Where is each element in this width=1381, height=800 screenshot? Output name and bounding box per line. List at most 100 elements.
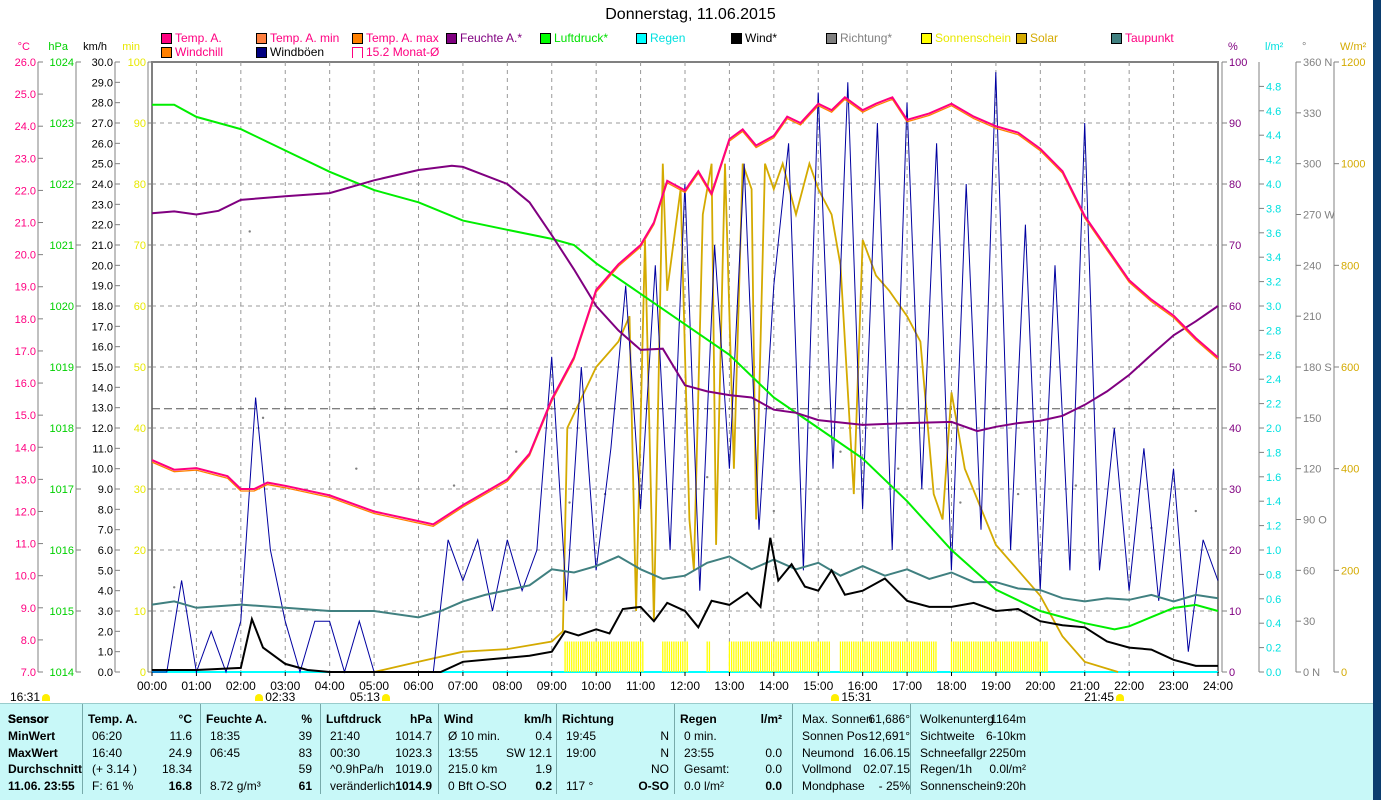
axis-tick-label: 50 bbox=[134, 362, 146, 374]
axis-tick-label: 180 S bbox=[1303, 362, 1332, 374]
direction-point bbox=[568, 501, 571, 504]
info-value: 16.06.15 bbox=[863, 746, 910, 760]
axis-tick-label: 30 bbox=[1229, 484, 1241, 496]
axis-tick-label: 16.0 bbox=[92, 342, 113, 354]
column-unit-rain: l/m² bbox=[760, 712, 782, 726]
axis-tick-label: 90 bbox=[134, 118, 146, 130]
axis-tick-label: 9.0 bbox=[98, 484, 113, 496]
axis-tick-label: 30.0 bbox=[92, 57, 113, 69]
sunrise-icon bbox=[381, 694, 390, 701]
axis-tick-label: 0.0 bbox=[98, 667, 113, 679]
axis-tick-label: 20.0 bbox=[92, 260, 113, 272]
axis-tick-label: 4.0 bbox=[98, 586, 113, 598]
axis-tick-label: 80 bbox=[1229, 179, 1241, 191]
axis-tick-label: 10.0 bbox=[92, 464, 113, 476]
axis-tick-label: 30 bbox=[134, 484, 146, 496]
axis-tick-label: 120 bbox=[1303, 464, 1321, 476]
axis-tick-label: 26.0 bbox=[15, 57, 36, 69]
axis-tick-label: 24.0 bbox=[15, 121, 36, 133]
axis-tick-label: 60 bbox=[1229, 301, 1241, 313]
axis-tick-label: 0.4 bbox=[1266, 618, 1281, 630]
column-unit-hum: % bbox=[301, 712, 312, 726]
column-divider bbox=[674, 704, 675, 794]
column-divider bbox=[556, 704, 557, 794]
cell-value: 1023.3 bbox=[395, 746, 432, 760]
cell-value: 1.9 bbox=[535, 762, 552, 776]
axis-tick-label: 7.0 bbox=[21, 667, 36, 679]
marker-time: 21:45 bbox=[1084, 690, 1115, 704]
axis-tick-label: 1.4 bbox=[1266, 496, 1281, 508]
axis-tick-label: 330 bbox=[1303, 108, 1321, 120]
axis-tick-label: 360 N bbox=[1303, 57, 1332, 69]
direction-point bbox=[1074, 484, 1078, 487]
axis-tick-label: 400 bbox=[1341, 464, 1359, 476]
cell-value: 0.0 bbox=[765, 762, 782, 776]
axis-tick-label: 60 bbox=[134, 301, 146, 313]
axis-tick-label: 17.0 bbox=[92, 321, 113, 333]
marker-time: 16:31 bbox=[10, 690, 41, 704]
cell-value: 24.9 bbox=[168, 746, 192, 760]
info-value: 6-10km bbox=[985, 729, 1026, 743]
axis-unit-pct: % bbox=[1228, 41, 1238, 53]
axis-tick-label: 300 bbox=[1303, 159, 1321, 171]
marker-moonset-icon: 15:31 bbox=[829, 690, 871, 704]
axis-tick-label: 1018 bbox=[50, 423, 74, 435]
axis-tick-label: 100 bbox=[128, 57, 146, 69]
axis-tick-label: 25.0 bbox=[92, 159, 113, 171]
axis-tick-label: 4.6 bbox=[1266, 106, 1281, 118]
axis-tick-label: 2.8 bbox=[1266, 325, 1281, 337]
cell-value: NO bbox=[651, 762, 669, 776]
axis-tick-label: 17.0 bbox=[15, 346, 36, 358]
direction-point bbox=[1194, 509, 1197, 513]
x-tick-label: 17:00 bbox=[892, 679, 922, 693]
axis-tick-label: 1014 bbox=[50, 667, 74, 679]
x-tick-label: 08:00 bbox=[492, 679, 522, 693]
column-divider bbox=[320, 704, 321, 794]
direction-point bbox=[706, 475, 709, 479]
column-divider bbox=[438, 704, 439, 794]
direction-point bbox=[452, 484, 456, 487]
axis-tick-label: 800 bbox=[1341, 260, 1359, 272]
x-tick-label: 12:00 bbox=[670, 679, 700, 693]
cell-value: 0.0 bbox=[765, 779, 782, 793]
axis-tick-label: 90 bbox=[1229, 118, 1241, 130]
row-label: MaxWert bbox=[8, 746, 58, 760]
weather-chart: 00:00 01:00 02:00 03:00 04:00 05:00 06:00 07:00… bbox=[15, 41, 1367, 693]
column-unit-wind: km/h bbox=[523, 712, 552, 726]
axis-tick-label: 150 bbox=[1303, 413, 1321, 425]
x-tick-label: 19:00 bbox=[981, 679, 1011, 693]
direction-point bbox=[959, 501, 962, 504]
axis-tick-label: 28.0 bbox=[92, 98, 113, 110]
x-tick-label: 02:00 bbox=[226, 679, 256, 693]
axis-unit-kmh: km/h bbox=[83, 41, 107, 53]
axis-tick-label: 16.0 bbox=[15, 378, 36, 390]
column-divider bbox=[910, 704, 911, 794]
axis-tick-label: 1015 bbox=[50, 606, 74, 618]
cell-value: O-SO bbox=[638, 779, 669, 793]
axis-tick-label: 8.0 bbox=[21, 635, 36, 647]
row-label: 11.06. 23:55 bbox=[8, 779, 75, 793]
axis-tick-label: 1.8 bbox=[1266, 447, 1281, 459]
column-divider bbox=[200, 704, 201, 794]
axis-tick-label: 1.0 bbox=[98, 647, 113, 659]
axis-tick-label: 40 bbox=[134, 423, 146, 435]
axis-tick-label: 9.0 bbox=[21, 603, 36, 615]
axis-tick-label: 0 N bbox=[1303, 667, 1320, 679]
axis-tick-label: 80 bbox=[134, 179, 146, 191]
info-value: -12,691° bbox=[864, 729, 911, 743]
axis-tick-label: 21.0 bbox=[92, 240, 113, 252]
axis-tick-label: 210 bbox=[1303, 311, 1321, 323]
axis-tick-label: 70 bbox=[1229, 240, 1241, 252]
axis-tick-label: 1020 bbox=[50, 301, 74, 313]
info-value: 61,686° bbox=[868, 712, 910, 726]
cell-value: 16.8 bbox=[168, 779, 192, 793]
moonset-icon bbox=[831, 694, 840, 701]
axis-tick-label: 270 W bbox=[1303, 210, 1335, 222]
x-tick-label: 06:00 bbox=[403, 679, 433, 693]
axis-tick-label: 3.2 bbox=[1266, 277, 1281, 289]
info-value: 2250m bbox=[989, 746, 1026, 760]
axis-tick-label: 1024 bbox=[50, 57, 74, 69]
info-value: 02.07.15 bbox=[863, 762, 910, 776]
axis-tick-label: 60 bbox=[1303, 565, 1315, 577]
cell-value: N bbox=[660, 746, 669, 760]
